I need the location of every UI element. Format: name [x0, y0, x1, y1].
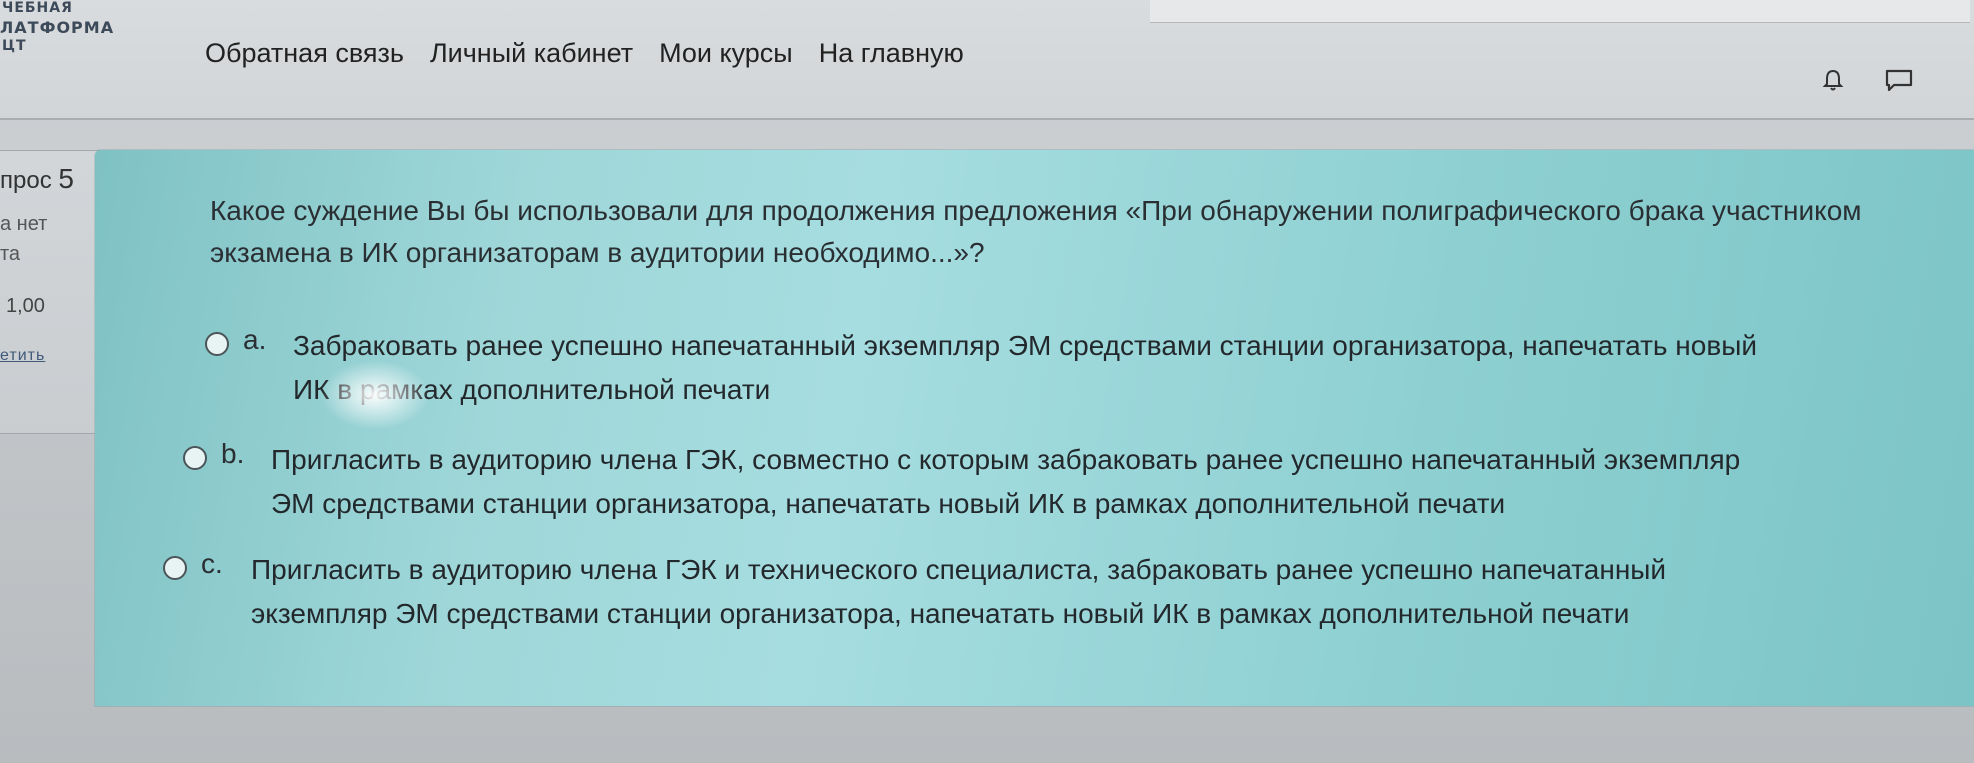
nav-feedback-link[interactable]: Обратная связь [205, 38, 404, 69]
question-label: прос 5 [0, 163, 74, 194]
answer-b-text[interactable]: Пригласить в аудиторию члена ГЭК, совмес… [271, 438, 1740, 526]
top-strip [1150, 0, 1970, 23]
nav-home-link[interactable]: На главную [819, 38, 964, 69]
nav-profile-link[interactable]: Личный кабинет [430, 38, 633, 69]
header-icons [1822, 68, 1914, 97]
answer-c-line-1: Пригласить в аудиторию члена ГЭК и техни… [251, 554, 1667, 585]
nav-my-courses-link[interactable]: Мои курсы [659, 38, 793, 69]
answer-a-letter: a. [243, 324, 267, 355]
chat-icon[interactable] [1884, 68, 1914, 97]
answer-option-a[interactable]: a. Забраковать ранее успешно напечатанны… [205, 324, 1757, 412]
answer-a-text[interactable]: Забраковать ранее успешно напечатанный э… [293, 324, 1757, 412]
answer-b-line-1: Пригласить в аудиторию члена ГЭК, совмес… [271, 444, 1741, 475]
answer-b-line-2: ЭМ средствами станции организатора, напе… [271, 488, 1506, 519]
bell-icon[interactable] [1822, 68, 1844, 97]
answer-c-letter: c. [201, 548, 223, 579]
logo-line-2: ЛАТФОРМА [0, 18, 115, 37]
answer-a-line-1: Забраковать ранее успешно напечатанный э… [293, 330, 1757, 361]
logo-line-1: ЧЕБНАЯ [2, 0, 73, 16]
answer-c-text[interactable]: Пригласить в аудиторию члена ГЭК и техни… [251, 548, 1666, 636]
question-status: а нет [0, 213, 48, 235]
answer-a-radio[interactable] [205, 332, 229, 356]
platform-logo[interactable]: ЧЕБНАЯ ЛАТФОРМА ЦТ [0, 0, 140, 70]
answer-b-letter: b. [221, 438, 245, 469]
answer-c-radio[interactable] [163, 556, 187, 580]
question-points: 1,00 [6, 295, 45, 317]
answer-b-radio[interactable] [183, 446, 207, 470]
main-nav: Обратная связь Личный кабинет Мои курсы … [205, 38, 964, 69]
answer-c-line-2: экземпляр ЭМ средствами станции организа… [251, 598, 1630, 629]
mark-label: та [0, 243, 21, 265]
answer-option-c[interactable]: c. Пригласить в аудиторию члена ГЭК и те… [163, 548, 1666, 636]
logo-line-3: ЦТ [2, 38, 27, 54]
flag-question-link[interactable]: етить [0, 347, 45, 365]
question-panel: Какое суждение Вы бы использовали для пр… [95, 150, 1974, 706]
answer-a-line-2: ИК в рамках дополнительной печати [293, 374, 771, 405]
question-text: Какое суждение Вы бы использовали для пр… [210, 195, 1862, 268]
answer-option-b[interactable]: b. Пригласить в аудиторию члена ГЭК, сов… [183, 438, 1740, 526]
question-number: 5 [58, 163, 74, 194]
site-header: ЧЕБНАЯ ЛАТФОРМА ЦТ Обратная связь Личный… [0, 0, 1974, 120]
